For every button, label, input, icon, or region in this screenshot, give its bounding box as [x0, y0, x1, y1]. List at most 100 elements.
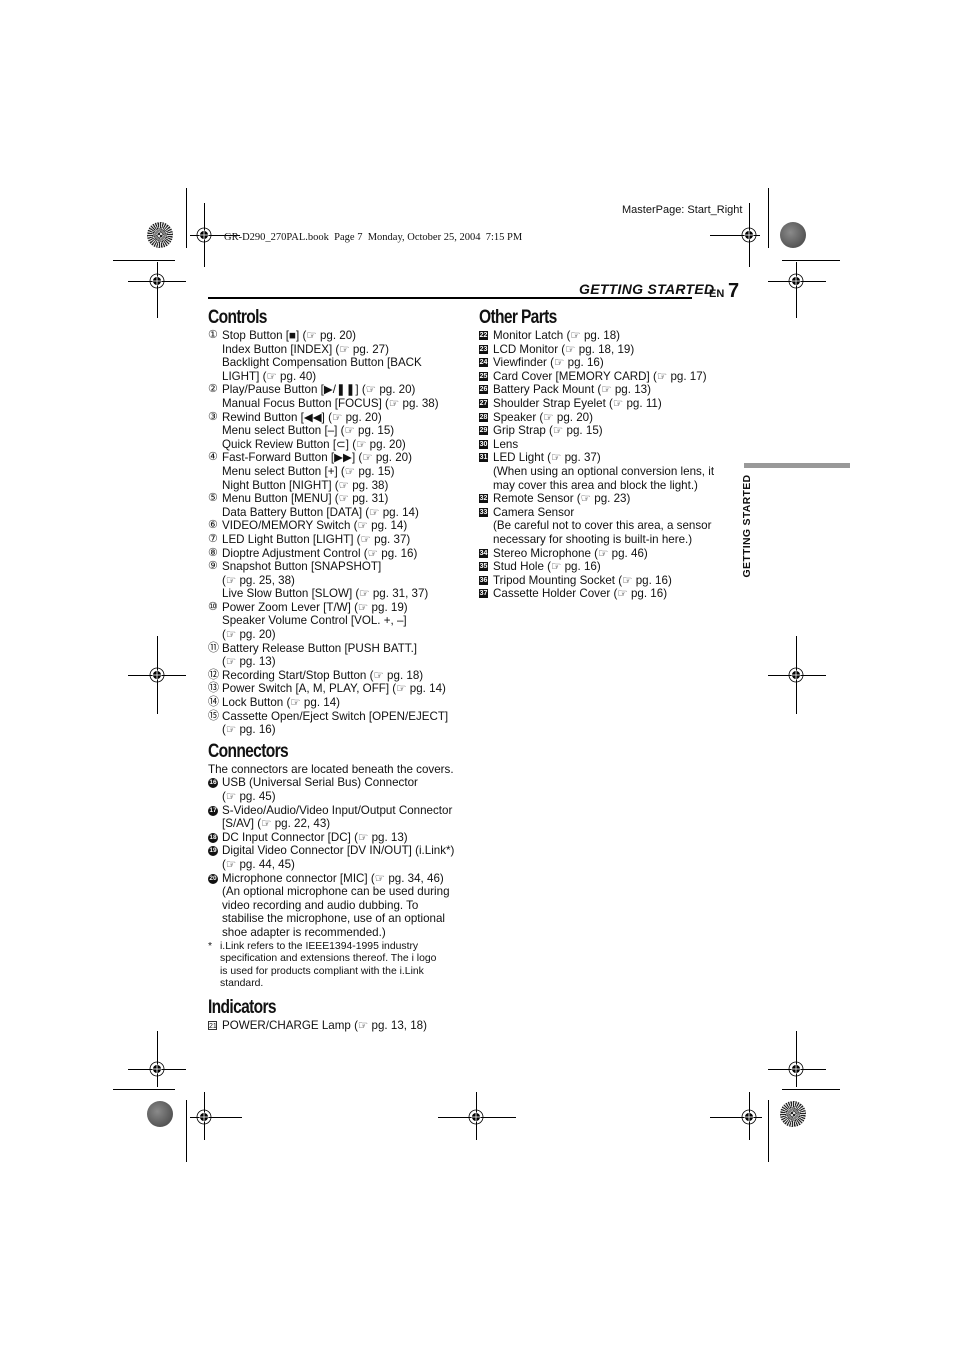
item-text: Menu select Button [–] (☞ pg. 15)	[222, 424, 395, 438]
item-text: video recording and audio dubbing. To	[222, 898, 419, 912]
list-item: 30 Lens	[479, 438, 729, 452]
item-text: Lock Button (☞ pg. 14)	[222, 696, 341, 710]
other-parts-heading: Other Parts	[479, 307, 557, 328]
item-text: Backlight Compensation Button [BACK	[222, 356, 422, 370]
registration-target-icon	[741, 227, 757, 243]
item-number-badge: 32	[479, 494, 488, 504]
trim-line	[186, 1100, 187, 1162]
item-text: USB (Universal Serial Bus) Connector	[222, 776, 418, 790]
indicators-heading: Indicators	[208, 996, 277, 1018]
item-number-badge: 17	[208, 805, 218, 816]
footnote-line: standard.	[220, 978, 264, 990]
list-item: ⑫ Recording Start/Stop Button (☞ pg. 18)	[208, 669, 470, 683]
list-item: ⑤ Menu Button [MENU] (☞ pg. 31) Data Batte…	[208, 492, 470, 519]
trim-line	[113, 260, 175, 261]
controls-heading: Controls	[208, 307, 267, 328]
list-item: 31 LED Light (☞ pg. 37) (When using an opt…	[479, 451, 729, 492]
item-text: LED Light Button [LIGHT] (☞ pg. 37)	[222, 532, 411, 546]
item-number-badge: 30	[479, 439, 488, 449]
list-item: ② Play/Pause Button [▶/❚❚] (☞ pg. 20) Manu…	[208, 383, 470, 410]
item-number-badge: ⑪	[208, 641, 219, 654]
item-text: (☞ pg. 13)	[222, 655, 276, 669]
list-item: ④ Fast-Forward Button [▶▶] (☞ pg. 20) Menu…	[208, 451, 470, 492]
item-text: stabilise the microphone, use of an opti…	[222, 912, 445, 926]
item-text: Power Switch [A, M, PLAY, OFF] (☞ pg. 14…	[222, 682, 446, 696]
item-text: Play/Pause Button [▶/❚❚] (☞ pg. 20)	[222, 383, 416, 397]
header-rule	[208, 297, 692, 299]
registration-target-icon	[149, 667, 165, 683]
list-item: ⑬ Power Switch [A, M, PLAY, OFF] (☞ pg. 1…	[208, 682, 470, 696]
item-text: Stop Button [■] (☞ pg. 20)	[222, 329, 357, 342]
footnote-line: is used for products compliant with the …	[220, 965, 424, 977]
list-item: ⑧ Dioptre Adjustment Control (☞ pg. 16)	[208, 547, 470, 561]
item-number-badge: ⑨	[208, 560, 218, 573]
list-item: 29 Grip Strap (☞ pg. 15)	[479, 424, 729, 438]
item-number-badge: 33	[479, 507, 488, 517]
item-text: Tripod Mounting Socket (☞ pg. 16)	[493, 573, 672, 587]
item-text: DC Input Connector [DC] (☞ pg. 13)	[222, 830, 408, 844]
footnote-mark: *	[208, 940, 213, 952]
item-text: Battery Release Button [PUSH BATT.]	[222, 641, 418, 655]
item-text: LCD Monitor (☞ pg. 18, 19)	[493, 342, 635, 356]
list-item: ⑩ Power Zoom Lever [T/W] (☞ pg. 19) Speake…	[208, 601, 470, 642]
item-text: Battery Pack Mount (☞ pg. 13)	[493, 383, 651, 397]
list-item: 21 POWER/CHARGE Lamp (☞ pg. 13, 18)	[208, 1019, 470, 1033]
item-number-badge: 35	[479, 562, 488, 572]
list-item: 17 S-Video/Audio/Video Input/Output Conne…	[208, 804, 470, 831]
item-text: Cassette Open/Eject Switch [OPEN/EJECT]	[222, 709, 449, 723]
connectors-intro: The connectors are located beneath the c…	[208, 762, 454, 776]
item-number-badge: 20	[208, 873, 218, 884]
registration-target-icon	[788, 273, 804, 289]
language-code: EN	[709, 288, 725, 300]
item-number-badge: ⑧	[208, 546, 218, 559]
trim-line	[157, 262, 158, 318]
registration-target-icon	[149, 1061, 165, 1077]
list-item: 22 Monitor Latch (☞ pg. 18)	[479, 329, 729, 343]
item-number-badge: 36	[479, 575, 488, 585]
item-text: Menu select Button [+] (☞ pg. 15)	[222, 464, 395, 478]
running-header-section: GETTING STARTED	[579, 281, 715, 297]
list-item: 27 Shoulder Strap Eyelet (☞ pg. 11)	[479, 397, 729, 411]
trim-line	[768, 188, 769, 248]
item-text: necessary for shooting is built-in here.…	[493, 532, 693, 546]
list-item: ③ Rewind Button [◀◀] (☞ pg. 20) Menu selec…	[208, 411, 470, 452]
item-number-badge: ⑦	[208, 532, 218, 545]
item-text: Stereo Microphone (☞ pg. 46)	[493, 546, 648, 560]
page-number: 7	[728, 280, 740, 302]
list-item: 24 Viewfinder (☞ pg. 16)	[479, 356, 729, 370]
registration-target-icon	[468, 1109, 484, 1125]
color-calibration-disc-icon	[780, 222, 806, 248]
item-number-badge: ①	[208, 329, 218, 341]
ilink-footnote: * i.Link refers to the IEEE1394-1995 ind…	[208, 941, 470, 991]
item-text: Fast-Forward Button [▶▶] (☞ pg. 20)	[222, 451, 412, 465]
item-text: [S/AV] (☞ pg. 22, 43)	[222, 817, 331, 831]
item-number-badge: 25	[479, 371, 488, 381]
registration-target-icon	[788, 1061, 804, 1077]
item-number-badge: 24	[479, 358, 488, 368]
item-text: POWER/CHARGE Lamp (☞ pg. 13, 18)	[222, 1018, 427, 1032]
item-text: Camera Sensor	[493, 505, 575, 519]
item-number-badge: 23	[479, 344, 488, 354]
list-item: ① Stop Button [■] (☞ pg. 20) Index Button …	[208, 329, 470, 383]
item-text: LIGHT] (☞ pg. 40)	[222, 369, 317, 383]
item-text: Viewfinder (☞ pg. 16)	[493, 356, 604, 370]
list-item: 28 Speaker (☞ pg. 20)	[479, 411, 729, 425]
item-number-badge: 19	[208, 846, 218, 857]
item-text: shoe adapter is recommended.)	[222, 925, 386, 939]
item-number-badge: ④	[208, 451, 218, 464]
list-item: 18 DC Input Connector [DC] (☞ pg. 13)	[208, 831, 470, 845]
item-text: VIDEO/MEMORY Switch (☞ pg. 14)	[222, 519, 408, 533]
color-calibration-starburst-icon	[780, 1101, 806, 1127]
item-text: Microphone connector [MIC] (☞ pg. 34, 46…	[222, 871, 444, 885]
trim-line	[157, 1031, 158, 1087]
item-text: Grip Strap (☞ pg. 15)	[493, 424, 603, 438]
connectors-heading: Connectors	[208, 740, 289, 762]
item-number-badge: ⑫	[208, 668, 219, 681]
list-item: 26 Battery Pack Mount (☞ pg. 13)	[479, 383, 729, 397]
item-number-badge: 31	[479, 453, 488, 463]
item-text: (Be careful not to cover this area, a se…	[493, 519, 712, 533]
trim-line	[796, 1031, 797, 1087]
registration-target-icon	[196, 1109, 212, 1125]
item-text: Night Button [NIGHT] (☞ pg. 38)	[222, 478, 389, 492]
list-item: 16 USB (Universal Serial Bus) Connector (☞…	[208, 776, 470, 803]
